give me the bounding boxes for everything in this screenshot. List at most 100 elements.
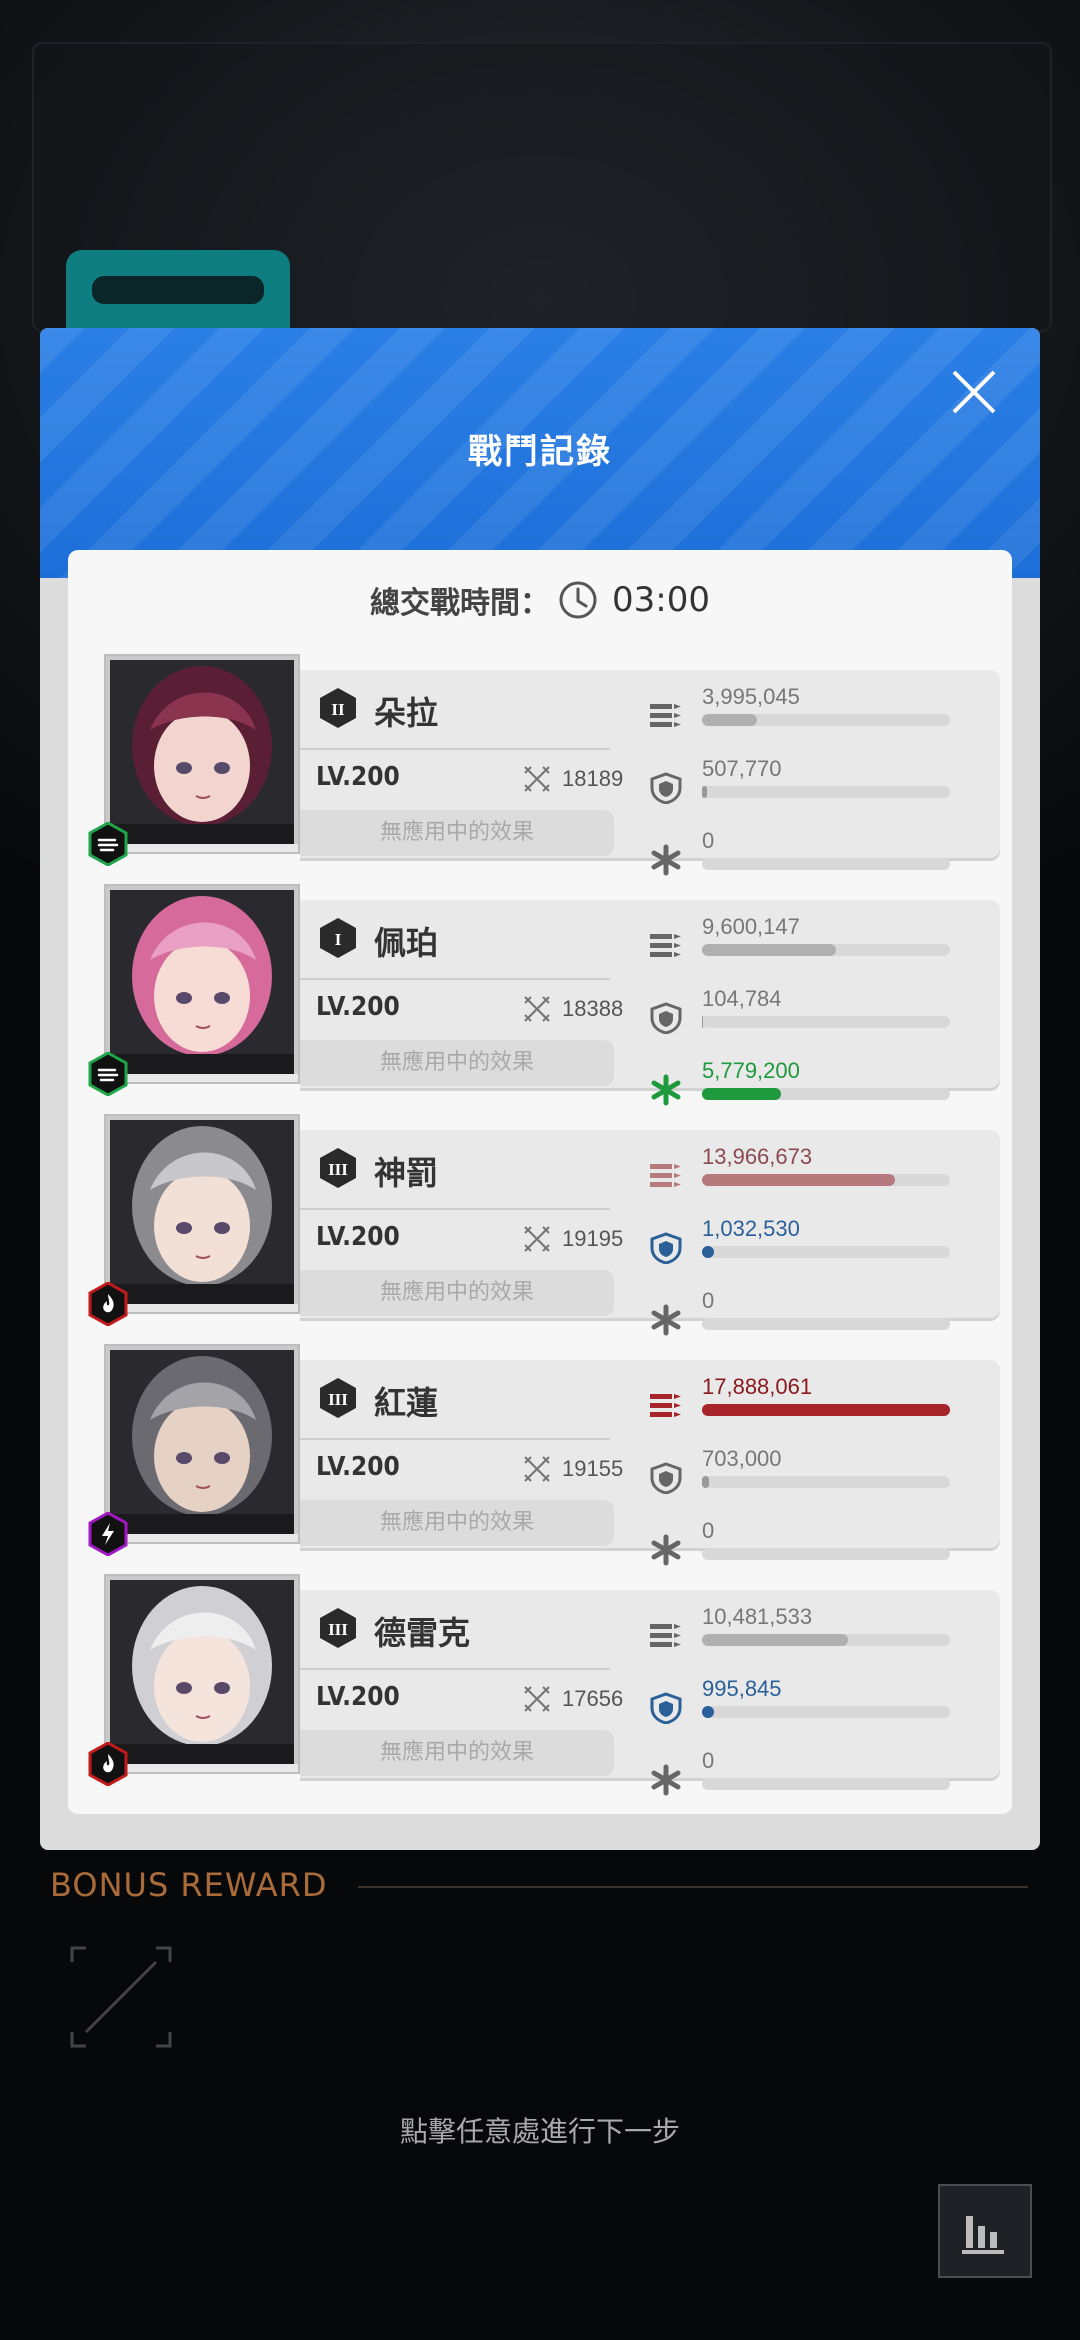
shield-bar-track (702, 1706, 950, 1718)
rank-icon: III (320, 1378, 356, 1418)
character-row[interactable]: I 佩珀 LV.200 18388 無應用中的效果 9,600,147 104,784 5,7… (88, 884, 1004, 1106)
rank-icon: II (320, 688, 356, 728)
heal-stat: 0 (648, 1748, 992, 1802)
combat-power: 19155 (562, 1456, 624, 1481)
crossed-swords-icon (524, 1226, 550, 1252)
character-portrait (104, 1574, 300, 1774)
svg-text:III: III (328, 1390, 348, 1409)
svg-text:I: I (335, 930, 342, 949)
damage-value: 9,600,147 (702, 914, 800, 939)
damage-stat: 17,888,061 (648, 1374, 992, 1428)
character-art (110, 1580, 294, 1764)
bonus-divider (358, 1886, 1028, 1888)
electric-element-icon (88, 1512, 128, 1556)
heal-bar-track (702, 858, 950, 870)
character-level: LV.200 (316, 1682, 400, 1712)
heal-icon (651, 1764, 681, 1796)
svg-text:III: III (328, 1160, 348, 1179)
shield-icon (650, 1462, 682, 1494)
character-name: 佩珀 (374, 924, 439, 962)
bonus-reward-label: BONUS REWARD (50, 1866, 328, 1904)
wind-element-icon (88, 822, 128, 866)
portrait-bar (106, 1764, 298, 1772)
character-row[interactable]: III 神罰 LV.200 19195 無應用中的效果 13,966,673 1,032,5… (88, 1114, 1004, 1336)
shield-bar-track (702, 1016, 950, 1028)
combat-power: 18189 (562, 766, 624, 791)
damage-stat: 13,966,673 (648, 1144, 992, 1198)
character-name: 神罰 (374, 1154, 439, 1192)
info-divider (300, 1438, 610, 1440)
damage-bar-fill (702, 1174, 896, 1186)
record-card: 總交戰時間： 03:00 II 朵拉 LV.200 18189 無應用中的效果 3,995… (68, 550, 1012, 1814)
fire-element-icon (88, 1742, 128, 1786)
shield-value: 1,032,530 (702, 1216, 800, 1241)
damage-bar-fill (702, 1404, 950, 1416)
heal-bar-track (702, 1088, 950, 1100)
active-effects: 無應用中的效果 (300, 1730, 614, 1776)
heal-stat: 0 (648, 828, 992, 882)
heal-value: 0 (702, 1748, 715, 1773)
damage-value: 13,966,673 (702, 1144, 813, 1169)
damage-bar-fill (702, 714, 757, 726)
close-button[interactable] (944, 362, 1004, 422)
portrait-bar (106, 1074, 298, 1082)
damage-stat: 10,481,533 (648, 1604, 992, 1658)
damage-value: 10,481,533 (702, 1604, 813, 1629)
damage-bar-fill (702, 1634, 849, 1646)
character-art (110, 1120, 294, 1304)
active-effects: 無應用中的效果 (300, 1500, 614, 1546)
shield-bar-fill (702, 1706, 715, 1718)
shield-bar-track (702, 1246, 950, 1258)
heal-bar-track (702, 1778, 950, 1790)
shield-value: 104,784 (702, 986, 782, 1011)
heal-bar-fill (702, 1088, 782, 1100)
crossed-swords-icon (524, 996, 550, 1022)
heal-value: 0 (702, 1518, 715, 1543)
shield-icon (650, 1002, 682, 1034)
rank-icon: III (320, 1608, 356, 1648)
character-name: 朵拉 (374, 694, 439, 732)
damage-stat: 3,995,045 (648, 684, 992, 738)
heal-stat: 5,779,200 (648, 1058, 992, 1112)
heal-bar-track (702, 1548, 950, 1560)
shield-value: 703,000 (702, 1446, 782, 1471)
battle-record-panel: 戰鬥記錄 總交戰時間： 03:00 II 朵拉 LV.200 18189 無應用中的效果… (40, 328, 1040, 1850)
heal-icon (651, 1304, 681, 1336)
crossed-swords-icon (524, 1456, 550, 1482)
shield-stat: 104,784 (648, 986, 992, 1040)
active-effects: 無應用中的效果 (300, 1040, 614, 1086)
combat-power: 19195 (562, 1226, 624, 1251)
heal-icon (651, 1534, 681, 1566)
total-time-label: 總交戰時間： (370, 586, 550, 621)
heal-value: 0 (702, 1288, 715, 1313)
teal-tab (66, 250, 290, 330)
damage-value: 17,888,061 (702, 1374, 813, 1399)
shield-icon (650, 772, 682, 804)
damage-bar-fill (702, 944, 836, 956)
character-row[interactable]: III 紅蓮 LV.200 19155 無應用中的效果 17,888,061 703,000… (88, 1344, 1004, 1566)
info-divider (300, 748, 610, 750)
damage-stat: 9,600,147 (648, 914, 992, 968)
damage-bar-track (702, 1404, 950, 1416)
combat-power: 18388 (562, 996, 624, 1021)
character-row[interactable]: III 德雷克 LV.200 17656 無應用中的效果 10,481,533 995,84… (88, 1574, 1004, 1796)
heal-value: 0 (702, 828, 715, 853)
bonus-reward-slot[interactable] (70, 1946, 172, 2048)
character-art (110, 1350, 294, 1534)
bar-chart-icon (962, 2216, 1004, 2254)
close-icon (952, 370, 996, 414)
shield-stat: 703,000 (648, 1446, 992, 1500)
statistics-button[interactable] (938, 2184, 1032, 2278)
character-name: 德雷克 (374, 1614, 471, 1652)
character-row[interactable]: II 朵拉 LV.200 18189 無應用中的效果 3,995,045 507,770 0 (88, 654, 1004, 876)
ammo-icon (650, 934, 681, 957)
shield-bar-fill (702, 786, 707, 798)
damage-bar-track (702, 714, 950, 726)
total-time-value: 03:00 (612, 580, 710, 620)
damage-value: 3,995,045 (702, 684, 800, 709)
damage-bar-track (702, 944, 950, 956)
heal-value: 5,779,200 (702, 1058, 800, 1083)
shield-icon (650, 1692, 682, 1724)
tap-to-continue-hint: 點擊任意處進行下一步 (399, 2115, 680, 2148)
ammo-icon (650, 1394, 681, 1417)
